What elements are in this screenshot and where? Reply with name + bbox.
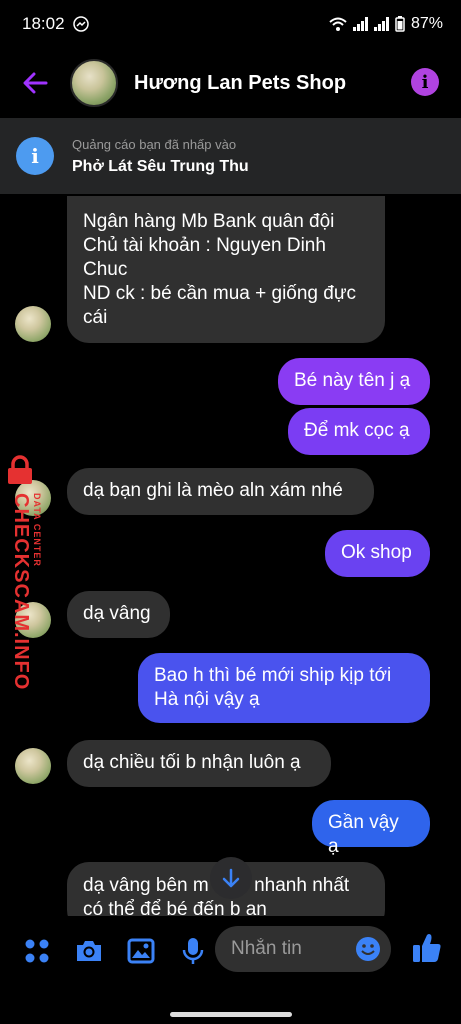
message-text: Gần vậy ạ bbox=[328, 812, 399, 857]
contact-name[interactable]: Hương Lan Pets Shop bbox=[134, 72, 346, 95]
status-time: 18:02 bbox=[22, 14, 65, 33]
info-icon[interactable]: i bbox=[411, 68, 439, 96]
message-text: Bao h thì bé mới ship kịp tới Hà nội vậy… bbox=[154, 665, 392, 710]
home-indicator[interactable] bbox=[170, 1012, 292, 1017]
info-circle-icon: i bbox=[16, 137, 54, 175]
message-bubble-outgoing[interactable]: Bé này tên j ạ bbox=[278, 358, 430, 405]
menu-dots-icon[interactable] bbox=[22, 936, 52, 966]
watermark-text: CHECKSCAM.INFO bbox=[10, 493, 32, 691]
message-text: Ok shop bbox=[341, 542, 412, 563]
emoji-icon[interactable] bbox=[355, 936, 381, 962]
message-bubble-incoming[interactable]: dạ bạn ghi là mèo aln xám nhé bbox=[67, 468, 374, 515]
message-text: Ngân hàng Mb Bank quân đội Chủ tài khoản… bbox=[83, 211, 357, 328]
message-bubble-incoming[interactable]: dạ vâng bbox=[67, 591, 170, 638]
signal-icon bbox=[352, 17, 368, 31]
contact-avatar[interactable] bbox=[70, 59, 118, 107]
message-text: dạ vâng bbox=[83, 603, 151, 624]
message-bubble-incoming[interactable]: dạ chiều tối b nhận luôn ạ bbox=[67, 740, 331, 787]
message-bubble-outgoing[interactable]: Gần vậy ạ bbox=[312, 800, 430, 857]
sender-avatar[interactable] bbox=[15, 748, 51, 784]
wifi-icon bbox=[329, 17, 347, 31]
ad-subtitle: Quảng cáo bạn đã nhấp vào bbox=[72, 136, 237, 152]
battery-level: 87% bbox=[410, 15, 443, 32]
watermark-subtext: DATA CENTER bbox=[32, 493, 42, 567]
message-bubble-incoming[interactable]: Ngân hàng Mb Bank quân đội Chủ tài khoản… bbox=[67, 196, 385, 343]
status-icons: 87% bbox=[329, 15, 443, 33]
message-text: dạ chiều tối b nhận luôn ạ bbox=[83, 752, 301, 773]
status-bar: 18:02 87% bbox=[0, 0, 461, 48]
message-bubble-outgoing[interactable]: Bao h thì bé mới ship kịp tới Hà nội vậy… bbox=[138, 653, 430, 723]
camera-icon[interactable] bbox=[74, 936, 104, 966]
arrow-down-icon bbox=[222, 868, 240, 888]
chat-header: Hương Lan Pets Shop i bbox=[0, 48, 461, 118]
message-text: Để mk cọc ạ bbox=[304, 420, 410, 441]
microphone-icon[interactable] bbox=[178, 936, 208, 966]
sender-avatar[interactable] bbox=[15, 306, 51, 342]
watermark: CHECKSCAM.INFO DATA CENTER bbox=[2, 455, 42, 690]
message-text: dạ bạn ghi là mèo aln xám nhé bbox=[83, 480, 343, 501]
message-composer bbox=[215, 926, 391, 972]
lock-icon bbox=[8, 455, 32, 484]
battery-icon bbox=[395, 16, 405, 32]
system-nav-bar bbox=[0, 986, 461, 1024]
thumbs-up-icon[interactable] bbox=[412, 932, 442, 964]
ad-banner[interactable]: i Quảng cáo bạn đã nhấp vào Phở Lát Sêu … bbox=[0, 118, 461, 194]
signal-icon-2 bbox=[373, 17, 389, 31]
scroll-down-button[interactable] bbox=[210, 857, 252, 899]
message-bubble-outgoing[interactable]: Để mk cọc ạ bbox=[288, 408, 430, 455]
image-icon[interactable] bbox=[126, 936, 156, 966]
back-button[interactable] bbox=[0, 48, 70, 118]
back-arrow-icon bbox=[23, 72, 48, 94]
ad-title: Phở Lát Sêu Trung Thu bbox=[72, 157, 249, 175]
messenger-icon bbox=[72, 16, 89, 32]
message-text: Bé này tên j ạ bbox=[294, 370, 411, 391]
message-bubble-outgoing[interactable]: Ok shop bbox=[325, 530, 430, 577]
message-input[interactable] bbox=[231, 938, 351, 960]
